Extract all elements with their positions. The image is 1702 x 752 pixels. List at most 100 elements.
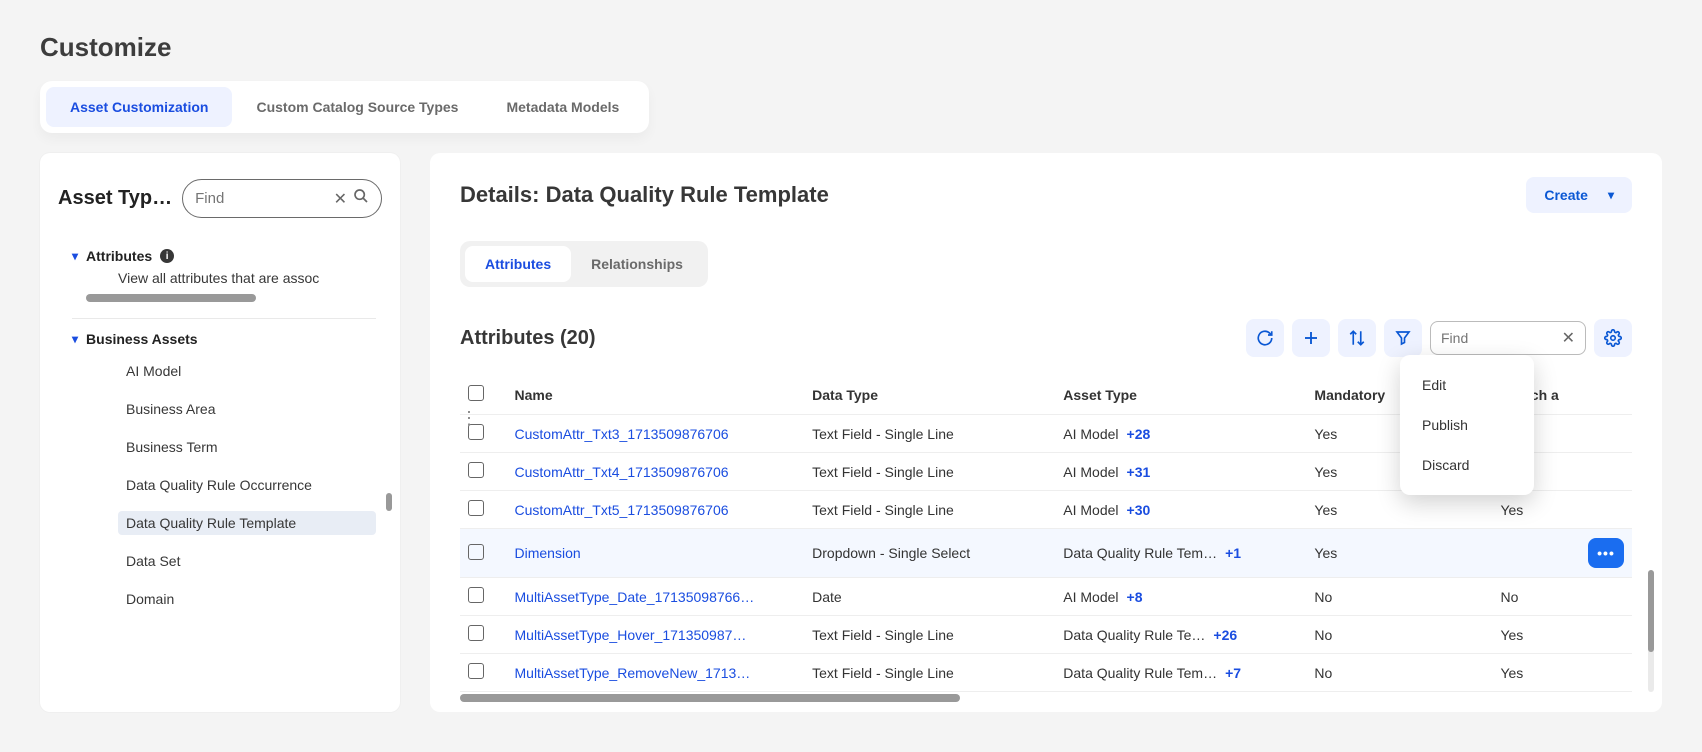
- info-icon[interactable]: i: [160, 249, 174, 263]
- cell-search: Yes: [1492, 616, 1632, 654]
- table-row[interactable]: CustomAttr_Txt5_1713509876706 Text Field …: [460, 491, 1632, 529]
- cell-search: No: [1492, 578, 1632, 616]
- attribute-name-link[interactable]: MultiAssetType_Date_17135098766…: [515, 589, 755, 605]
- cell-asset-type: AI Model+8: [1055, 578, 1306, 616]
- table-horizontal-scrollbar[interactable]: [460, 694, 960, 702]
- attributes-actions: ✕: [1246, 319, 1632, 357]
- row-checkbox[interactable]: [468, 663, 484, 679]
- sidebar-item-ai-model[interactable]: AI Model: [118, 359, 376, 383]
- settings-button[interactable]: [1594, 319, 1632, 357]
- search-icon[interactable]: [353, 188, 369, 209]
- cell-asset-type: Data Quality Rule Tem…+1: [1055, 529, 1306, 578]
- create-button[interactable]: Create ▾: [1526, 177, 1632, 213]
- tab-metadata-models[interactable]: Metadata Models: [482, 87, 643, 127]
- cell-data-type: Text Field - Single Line: [804, 491, 1055, 529]
- attribute-name-link[interactable]: CustomAttr_Txt4_1713509876706: [515, 464, 729, 480]
- asset-type-count-link[interactable]: +1: [1225, 545, 1241, 561]
- table-row[interactable]: MultiAssetType_Hover_171350987… Text Fiel…: [460, 616, 1632, 654]
- row-checkbox[interactable]: [468, 587, 484, 603]
- filter-button[interactable]: [1384, 319, 1422, 357]
- divider: [72, 318, 376, 319]
- attributes-section-desc: View all attributes that are assoc: [72, 270, 376, 286]
- cell-mandatory: No: [1306, 654, 1492, 692]
- asset-type-count-link[interactable]: +26: [1213, 627, 1237, 643]
- sidebar-item-dq-rule-template[interactable]: Data Quality Rule Template: [118, 511, 376, 535]
- business-asset-items: AI Model Business Area Business Term Dat…: [72, 359, 376, 611]
- page-title: Customize: [40, 32, 1662, 63]
- cell-data-type: Dropdown - Single Select: [804, 529, 1055, 578]
- sidebar-scrollbar[interactable]: [386, 493, 392, 511]
- sort-button[interactable]: [1338, 319, 1376, 357]
- col-header-asset-type[interactable]: Asset Type: [1055, 375, 1306, 415]
- chevron-down-icon: ▾: [72, 249, 78, 263]
- row-more-button[interactable]: •••: [1588, 538, 1624, 568]
- refresh-button[interactable]: [1246, 319, 1284, 357]
- table-row[interactable]: MultiAssetType_Date_17135098766… DateAI M…: [460, 578, 1632, 616]
- row-context-menu: Edit Publish Discard: [1400, 355, 1534, 495]
- panel-scrollbar[interactable]: [1648, 570, 1654, 652]
- table-row[interactable]: Dimension Dropdown - Single SelectData Qu…: [460, 529, 1632, 578]
- menu-item-discard[interactable]: Discard: [1400, 445, 1534, 485]
- cell-mandatory: Yes: [1306, 491, 1492, 529]
- tab-asset-customization[interactable]: Asset Customization: [46, 87, 232, 127]
- sidebar-item-domain[interactable]: Domain: [118, 587, 376, 611]
- cell-mandatory: No: [1306, 616, 1492, 654]
- attributes-find-input[interactable]: [1441, 330, 1556, 346]
- asset-type-count-link[interactable]: +30: [1127, 502, 1151, 518]
- cell-asset-type: AI Model+28: [1055, 415, 1306, 453]
- asset-types-find[interactable]: ✕: [182, 179, 382, 218]
- sidebar-item-business-area[interactable]: Business Area: [118, 397, 376, 421]
- attributes-section-label: Attributes: [86, 248, 152, 264]
- cell-data-type: Text Field - Single Line: [804, 616, 1055, 654]
- add-button[interactable]: [1292, 319, 1330, 357]
- attribute-name-link[interactable]: MultiAssetType_Hover_171350987…: [515, 627, 747, 643]
- clear-icon[interactable]: ✕: [1562, 328, 1575, 348]
- tab-custom-catalog-source-types[interactable]: Custom Catalog Source Types: [232, 87, 482, 127]
- sidebar-item-business-term[interactable]: Business Term: [118, 435, 376, 459]
- chevron-down-icon: ▾: [1608, 188, 1614, 202]
- attribute-name-link[interactable]: Dimension: [515, 545, 581, 561]
- asset-type-count-link[interactable]: +31: [1127, 464, 1151, 480]
- asset-type-count-link[interactable]: +28: [1127, 426, 1151, 442]
- col-header-data-type[interactable]: Data Type: [804, 375, 1055, 415]
- attribute-name-link[interactable]: CustomAttr_Txt5_1713509876706: [515, 502, 729, 518]
- menu-item-publish[interactable]: Publish: [1400, 405, 1534, 445]
- cell-data-type: Text Field - Single Line: [804, 415, 1055, 453]
- attributes-section-title: Attributes (20): [460, 327, 596, 350]
- row-checkbox[interactable]: [468, 500, 484, 516]
- inner-tab-relationships[interactable]: Relationships: [571, 246, 703, 282]
- business-assets-section-label: Business Assets: [86, 331, 198, 347]
- sidebar-item-data-set[interactable]: Data Set: [118, 549, 376, 573]
- row-checkbox[interactable]: [468, 625, 484, 641]
- asset-types-panel: Asset Typ… ✕ ▾ Attributes i View all att…: [40, 153, 400, 712]
- table-row[interactable]: MultiAssetType_RemoveNew_1713…Text Field…: [460, 654, 1632, 692]
- cell-search: Yes: [1492, 491, 1632, 529]
- asset-type-count-link[interactable]: +7: [1225, 665, 1241, 681]
- asset-type-count-link[interactable]: +8: [1127, 589, 1143, 605]
- cell-mandatory: No: [1306, 578, 1492, 616]
- overflow-scroll-indicator: [86, 294, 256, 302]
- business-assets-section-toggle[interactable]: ▾ Business Assets: [72, 331, 376, 347]
- sidebar-item-dq-rule-occurrence[interactable]: Data Quality Rule Occurrence: [118, 473, 376, 497]
- main-tabs: Asset Customization Custom Catalog Sourc…: [40, 81, 649, 133]
- panel-resize-handle[interactable]: ⋮: [460, 408, 478, 429]
- attribute-name-link[interactable]: MultiAssetType_RemoveNew_1713…: [515, 665, 751, 681]
- attribute-name-link[interactable]: CustomAttr_Txt3_1713509876706: [515, 426, 729, 442]
- row-checkbox[interactable]: [468, 544, 484, 560]
- row-checkbox[interactable]: [468, 462, 484, 478]
- cell-asset-type: AI Model+30: [1055, 491, 1306, 529]
- asset-types-title: Asset Typ…: [58, 187, 172, 210]
- select-all-checkbox[interactable]: [468, 385, 484, 401]
- clear-icon[interactable]: ✕: [334, 189, 347, 209]
- cell-data-type: Date: [804, 578, 1055, 616]
- asset-types-find-input[interactable]: [195, 190, 327, 207]
- col-header-name[interactable]: Name: [507, 375, 805, 415]
- cell-asset-type: Data Quality Rule Tem…+7: [1055, 654, 1306, 692]
- cell-asset-type: AI Model+31: [1055, 453, 1306, 491]
- menu-item-edit[interactable]: Edit: [1400, 365, 1534, 405]
- attributes-section-toggle[interactable]: ▾ Attributes i: [72, 248, 376, 264]
- chevron-down-icon: ▾: [72, 332, 78, 346]
- cell-data-type: Text Field - Single Line: [804, 453, 1055, 491]
- attributes-find[interactable]: ✕: [1430, 321, 1586, 355]
- inner-tab-attributes[interactable]: Attributes: [465, 246, 571, 282]
